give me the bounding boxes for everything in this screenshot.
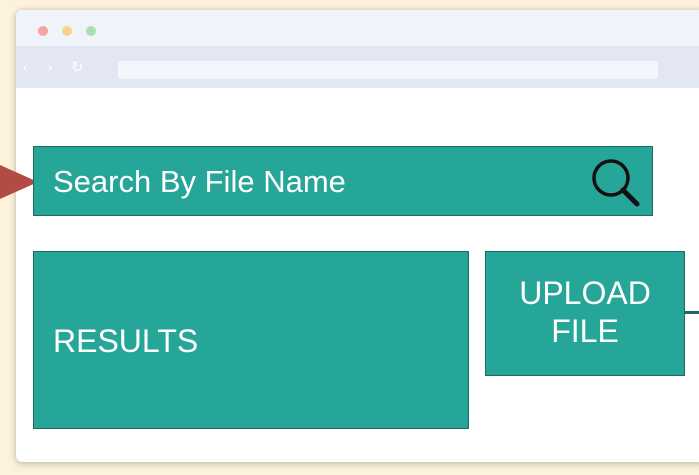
url-bar[interactable] <box>118 61 658 79</box>
minimize-window-button[interactable] <box>62 26 72 36</box>
upload-connector-line <box>684 311 699 314</box>
navigation-bar: ‹ › ↻ <box>16 46 699 88</box>
reload-icon[interactable]: ↻ <box>71 60 84 75</box>
forward-icon[interactable]: › <box>47 60 53 75</box>
upload-file-button[interactable]: UPLOAD FILE <box>485 251 685 376</box>
back-icon[interactable]: ‹ <box>22 60 28 75</box>
title-bar <box>16 10 699 46</box>
upload-button-label: UPLOAD FILE <box>486 274 684 350</box>
search-icon[interactable] <box>590 157 642 209</box>
close-window-button[interactable] <box>38 26 48 36</box>
search-placeholder: Search By File Name <box>53 164 346 199</box>
upload-label-line1: UPLOAD <box>519 275 651 311</box>
search-input[interactable]: Search By File Name <box>33 146 653 216</box>
results-label: RESULTS <box>53 323 199 359</box>
upload-label-line2: FILE <box>551 313 619 349</box>
results-panel: RESULTS <box>33 251 469 429</box>
maximize-window-button[interactable] <box>86 26 96 36</box>
